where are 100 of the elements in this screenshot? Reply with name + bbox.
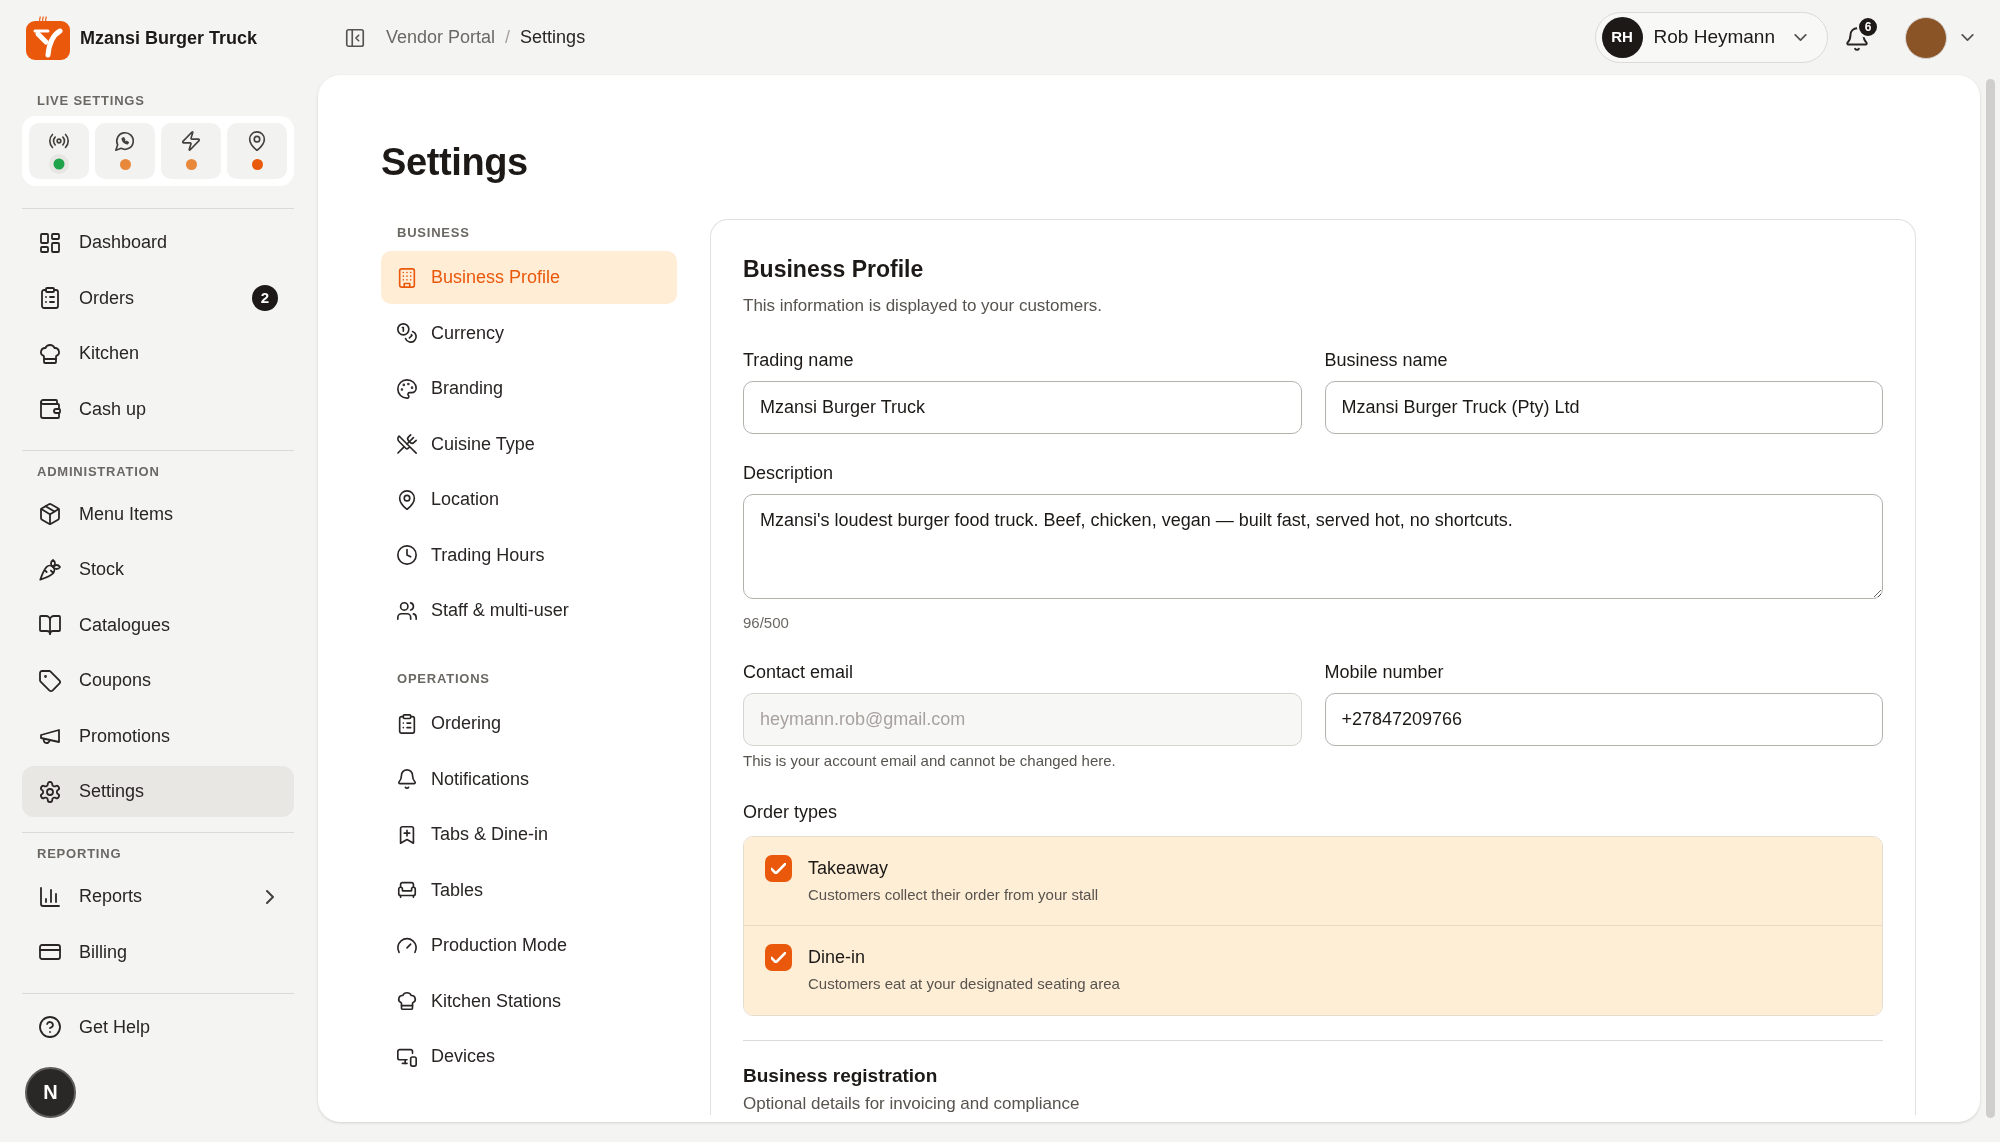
live-setting-toggle[interactable]: [161, 123, 221, 179]
text-field[interactable]: +27847209766: [1324, 693, 1883, 746]
avatar-photo: [1905, 16, 1947, 59]
settings-nav-item[interactable]: Branding: [381, 362, 677, 415]
settings-nav-item[interactable]: Production Mode: [381, 919, 677, 972]
count-badge: 2: [252, 285, 278, 311]
chat-bubble-phone-icon: [114, 130, 136, 152]
text-field[interactable]: Mzansi Burger Truck: [743, 381, 1302, 434]
bell-icon: [396, 768, 418, 790]
character-count: 96/500: [743, 613, 789, 633]
users-icon: [396, 599, 418, 622]
section-label: ADMINISTRATION: [36, 463, 160, 480]
chevron-down-icon: [1794, 34, 1807, 41]
section-label: REPORTING: [36, 846, 122, 862]
settings-nav-item[interactable]: Tables: [381, 863, 677, 917]
settings-nav-item[interactable]: Staff & multi-user: [381, 584, 677, 637]
wallet-icon: [38, 397, 62, 421]
brand-logo: [26, 16, 70, 60]
sidebar-nav-item[interactable]: Get Help: [22, 1001, 294, 1053]
sidebar-nav-item[interactable]: Coupons: [22, 655, 294, 706]
page-title: Settings: [381, 140, 528, 185]
armchair-icon: [396, 879, 418, 901]
checkmark-icon: [771, 863, 786, 874]
dashboard-grid-icon: [38, 230, 62, 255]
settings-icon: [38, 779, 62, 804]
sidebar-nav-item[interactable]: Settings: [22, 766, 294, 817]
settings-nav-item[interactable]: Devices: [381, 1030, 677, 1083]
text-field[interactable]: Mzansi Burger Truck (Pty) Ltd: [1324, 381, 1883, 434]
live-setting-toggle[interactable]: [95, 123, 155, 179]
checkbox[interactable]: [765, 944, 792, 971]
live-setting-toggle[interactable]: [29, 123, 89, 179]
settings-nav-item[interactable]: Tabs & Dine-in: [381, 808, 677, 861]
user-initials-avatar: RH: [1601, 17, 1643, 58]
section-label: OPERATIONS: [396, 671, 490, 687]
clipboard-list-icon: [396, 712, 418, 735]
breadcrumb-separator: /: [505, 26, 511, 49]
sidebar-nav-item[interactable]: Cash up: [22, 383, 294, 435]
chef-hat-icon: [396, 990, 418, 1012]
clock-icon: [396, 544, 418, 566]
section-label: BUSINESS: [396, 225, 470, 241]
settings-nav-item[interactable]: Currency: [381, 306, 677, 360]
sidebar-nav-item[interactable]: Promotions: [22, 710, 294, 762]
user-menu-button[interactable]: RH Rob Heymann: [1594, 12, 1828, 63]
breadcrumb-link[interactable]: Vendor Portal: [386, 24, 496, 51]
settings-nav-item[interactable]: Location: [381, 473, 677, 526]
section-description: Optional details for invoicing and compliance: [743, 1093, 1080, 1115]
field-label: Trading name: [743, 349, 854, 371]
settings-nav-item[interactable]: Ordering: [381, 697, 677, 750]
notifications-button[interactable]: 6: [1844, 16, 1879, 52]
sidebar-nav-item[interactable]: Orders 2: [22, 272, 294, 324]
live-setting-toggle[interactable]: [227, 123, 287, 179]
brand-name: Mzansi Burger Truck: [80, 26, 258, 50]
order-type-option[interactable]: Dine-in Customers eat at your designated seating area: [744, 926, 1882, 1015]
building-icon: [396, 266, 418, 289]
field-label: Contact email: [743, 661, 854, 683]
open-book-icon: [38, 613, 62, 637]
field-label: Description: [743, 462, 834, 484]
sidebar-nav-item[interactable]: Billing: [22, 926, 294, 978]
chevron-right-icon: [266, 889, 274, 904]
sidebar-nav-item[interactable]: Menu Items: [22, 488, 294, 540]
settings-nav-item[interactable]: Kitchen Stations: [381, 974, 677, 1028]
carrot-icon: [38, 557, 62, 582]
dev-tools-button[interactable]: N: [25, 1066, 76, 1118]
section-title: Business registration: [743, 1064, 938, 1088]
settings-nav-item[interactable]: Cuisine Type: [381, 417, 677, 471]
map-pin-icon: [246, 130, 268, 152]
sidebar-nav-item[interactable]: Catalogues: [22, 599, 294, 651]
chevron-down-icon: [1961, 34, 1974, 41]
palette-icon: [396, 377, 418, 400]
sidebar-nav-item[interactable]: Kitchen: [22, 328, 294, 379]
checkbox[interactable]: [765, 855, 792, 882]
field-label: Mobile number: [1324, 661, 1444, 683]
field-label: Order types: [743, 801, 838, 823]
settings-nav-item[interactable]: Trading Hours: [381, 528, 677, 582]
text-area[interactable]: Mzansi's loudest burger food truck. Beef, chicken, vegan — built fast, served hot, no shortcuts.: [743, 494, 1883, 599]
sidebar-toggle-icon[interactable]: [344, 26, 366, 49]
package-icon: [38, 502, 62, 526]
option-description: Customers collect their order from your stall: [808, 885, 1099, 905]
section-description: This information is displayed to your customers.: [743, 295, 1103, 317]
crossed-utensils-icon: [396, 433, 418, 455]
notification-count: 6: [1857, 16, 1879, 38]
chef-hat-icon: [38, 341, 62, 366]
map-pin-icon: [396, 488, 418, 511]
tag-icon: [38, 668, 62, 693]
section-title: Business Profile: [743, 255, 924, 283]
lightning-icon: [180, 130, 202, 152]
sidebar-nav-item[interactable]: Stock: [22, 544, 294, 595]
field-hint: This is your account email and cannot be changed here.: [743, 751, 1116, 771]
coins-icon: [396, 322, 418, 344]
order-type-option[interactable]: Takeaway Customers collect their order from your stall: [744, 837, 1882, 926]
sidebar-nav-item[interactable]: Dashboard: [22, 217, 294, 268]
breadcrumb-current: Settings: [520, 26, 586, 49]
checkmark-icon: [771, 952, 786, 963]
option-title: Takeaway: [808, 857, 889, 880]
scrollbar-thumb[interactable]: [1985, 79, 1995, 1118]
account-menu-button[interactable]: [1905, 16, 1974, 59]
settings-nav-item[interactable]: Notifications: [381, 752, 677, 806]
field-label: Business name: [1324, 349, 1448, 371]
section-label: LIVE SETTINGS: [36, 93, 145, 109]
sidebar-nav-item[interactable]: Reports: [22, 871, 294, 922]
